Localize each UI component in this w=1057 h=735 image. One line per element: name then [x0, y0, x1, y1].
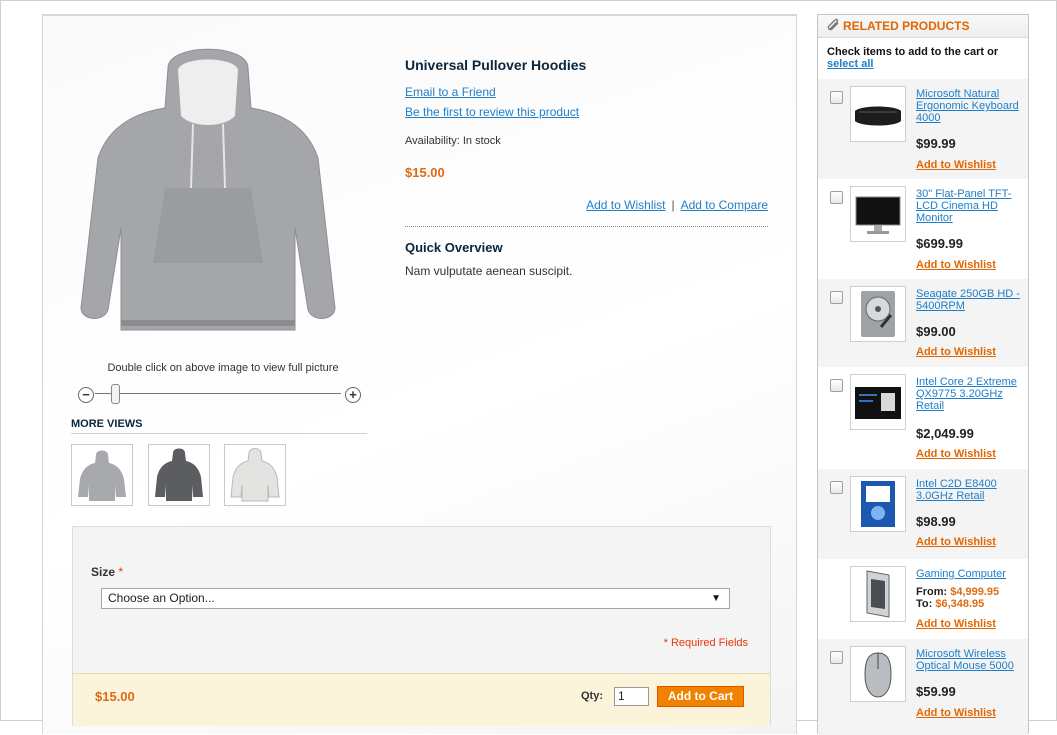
related-item: Gaming Computer From: $4,999.95 To: $6,3…	[818, 559, 1028, 639]
email-friend-link[interactable]: Email to a Friend	[405, 85, 496, 99]
related-item-name[interactable]: Seagate 250GB HD - 5400RPM	[916, 288, 1024, 312]
more-views-thumb[interactable]	[71, 444, 133, 506]
related-item-price: $699.99	[916, 236, 963, 251]
product-actions: Add to Wishlist | Add to Compare	[553, 198, 768, 212]
related-intro: Check items to add to the cart or select…	[827, 46, 999, 70]
add-to-wishlist-link[interactable]: Add to Wishlist	[586, 198, 665, 212]
cpu-box-icon[interactable]	[850, 476, 906, 532]
related-wishlist-link[interactable]: Add to Wishlist	[916, 159, 996, 171]
related-item-checkbox[interactable]	[830, 291, 843, 304]
related-item: 30" Flat-Panel TFT-LCD Cinema HD Monitor…	[818, 179, 1028, 279]
related-item-checkbox[interactable]	[830, 191, 843, 204]
quick-overview-text: Nam vulputate aenean suscipit.	[405, 264, 573, 278]
related-item-name[interactable]: Gaming Computer	[916, 568, 1024, 580]
related-item-name[interactable]: Microsoft Natural Ergonomic Keyboard 400…	[916, 88, 1024, 124]
cart-price: $15.00	[95, 689, 135, 704]
cpu-box-icon[interactable]	[850, 374, 906, 430]
related-wishlist-link[interactable]: Add to Wishlist	[916, 448, 996, 460]
qty-label: Qty:	[581, 690, 603, 702]
related-item-checkbox[interactable]	[830, 379, 843, 392]
more-views-thumb[interactable]	[148, 444, 210, 506]
related-item-name[interactable]: 30" Flat-Panel TFT-LCD Cinema HD Monitor	[916, 188, 1024, 224]
zoom-slider-handle[interactable]	[110, 384, 120, 404]
related-item-price: $99.99	[916, 136, 956, 151]
related-item-checkbox[interactable]	[830, 481, 843, 494]
zoom-out-icon[interactable]: −	[78, 387, 94, 403]
related-item-name[interactable]: Intel C2D E8400 3.0GHz Retail	[916, 478, 1024, 502]
actions-divider	[405, 226, 768, 227]
related-item-name[interactable]: Intel Core 2 Extreme QX9775 3.20GHz Reta…	[916, 376, 1024, 412]
related-item-checkbox[interactable]	[830, 651, 843, 664]
related-item: Intel Core 2 Extreme QX9775 3.20GHz Reta…	[818, 367, 1028, 469]
related-item: Microsoft Natural Ergonomic Keyboard 400…	[818, 79, 1028, 179]
product-title: Universal Pullover Hoodies	[405, 57, 587, 73]
related-item-price: $59.99	[916, 684, 956, 699]
required-star: *	[118, 565, 124, 579]
more-views-title: MORE VIEWS	[71, 418, 143, 430]
mouse-icon[interactable]	[850, 646, 906, 702]
add-to-cart-button[interactable]: Add to Cart	[657, 686, 744, 707]
related-item: Seagate 250GB HD - 5400RPM $99.00 Add to…	[818, 279, 1028, 367]
related-wishlist-link[interactable]: Add to Wishlist	[916, 618, 996, 630]
related-products-title: RELATED PRODUCTS	[843, 19, 970, 33]
related-item-price: $99.00	[916, 324, 956, 339]
more-views-thumb[interactable]	[224, 444, 286, 506]
related-wishlist-link[interactable]: Add to Wishlist	[916, 536, 996, 548]
hard-drive-icon[interactable]	[850, 286, 906, 342]
related-item-price-range: From: $4,999.95 To: $6,348.95	[916, 586, 1000, 610]
product-price: $15.00	[405, 165, 445, 180]
zoom-in-icon[interactable]: +	[345, 387, 361, 403]
paperclip-icon	[827, 18, 839, 31]
related-item: Intel C2D E8400 3.0GHz Retail $98.99 Add…	[818, 469, 1028, 559]
related-products-block: RELATED PRODUCTS Check items to add to t…	[817, 14, 1029, 735]
product-main-image[interactable]	[73, 38, 343, 338]
review-link[interactable]: Be the first to review this product	[405, 105, 579, 119]
related-item-price: $2,049.99	[916, 426, 974, 441]
related-wishlist-link[interactable]: Add to Wishlist	[916, 259, 996, 271]
keyboard-icon[interactable]	[850, 86, 906, 142]
related-item-name[interactable]: Microsoft Wireless Optical Mouse 5000	[916, 648, 1024, 672]
product-view: Double click on above image to view full…	[42, 14, 797, 734]
add-to-cart-bar: $15.00 Qty: 1 Add to Cart	[73, 673, 770, 726]
size-select[interactable]: Choose an Option... ▼	[101, 588, 730, 609]
zoom-slider-track[interactable]	[95, 393, 341, 394]
quick-overview-title: Quick Overview	[405, 240, 503, 255]
availability-status: Availability: In stock	[405, 135, 501, 147]
related-item-checkbox[interactable]	[830, 91, 843, 104]
chevron-down-icon: ▼	[711, 593, 721, 604]
qty-input[interactable]: 1	[614, 687, 649, 706]
select-all-link[interactable]: select all	[827, 58, 873, 70]
size-select-value: Choose an Option...	[108, 591, 215, 605]
related-item-price: $98.99	[916, 514, 956, 529]
zoom-hint: Double click on above image to view full…	[107, 362, 339, 374]
related-wishlist-link[interactable]: Add to Wishlist	[916, 707, 996, 719]
monitor-icon[interactable]	[850, 186, 906, 242]
size-label: Size *	[91, 565, 124, 579]
add-to-compare-link[interactable]: Add to Compare	[681, 198, 768, 212]
required-fields-note: * Required Fields	[663, 637, 748, 649]
product-options: Size * Choose an Option... ▼ * Required …	[72, 526, 771, 726]
actions-separator: |	[671, 198, 675, 212]
computer-case-icon[interactable]	[850, 566, 906, 622]
more-views-divider	[71, 433, 367, 434]
related-products-header: RELATED PRODUCTS	[818, 15, 1028, 38]
related-wishlist-link[interactable]: Add to Wishlist	[916, 346, 996, 358]
